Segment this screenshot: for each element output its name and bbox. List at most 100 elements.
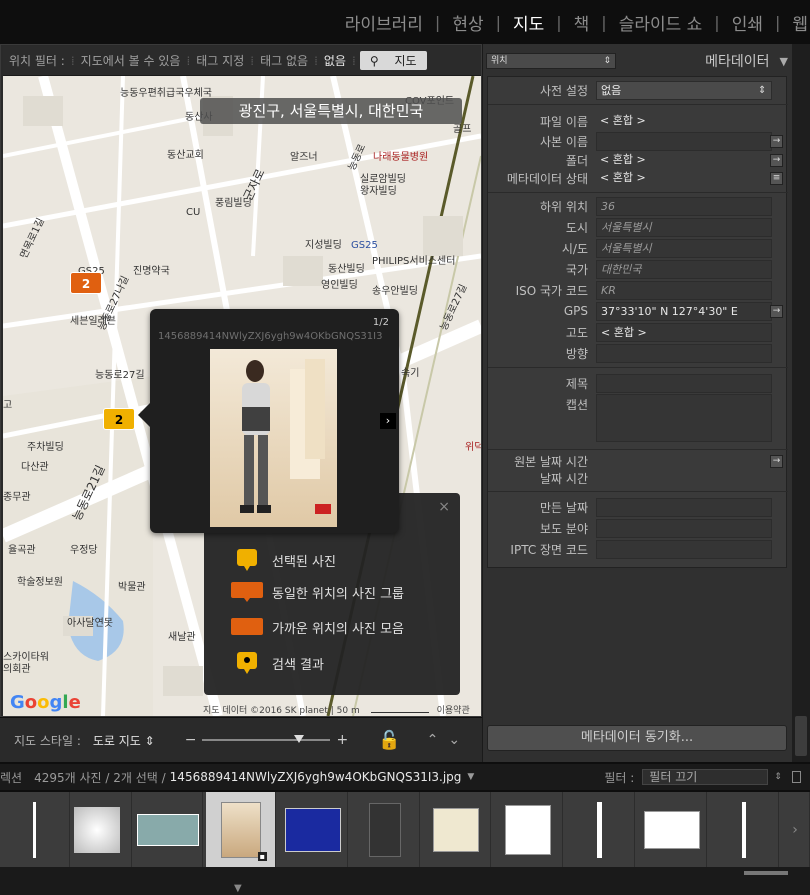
module-map[interactable]: 지도 xyxy=(511,10,546,35)
country-field[interactable]: 대한민국 xyxy=(596,259,772,279)
collapse-triangle-icon[interactable]: ▼ xyxy=(780,55,788,68)
resize-handle[interactable] xyxy=(744,871,788,875)
caption-field[interactable] xyxy=(596,394,772,442)
filter-visible-on-map[interactable]: 지도에서 볼 수 있음 xyxy=(75,52,187,69)
selected-photo-marker[interactable]: 2 xyxy=(103,408,135,430)
filter-select[interactable]: 필터 끄기 xyxy=(642,769,769,785)
city-field[interactable]: 서울특별시 xyxy=(596,217,772,237)
zoom-slider[interactable] xyxy=(202,735,331,743)
row-created-date: 만든 날짜 xyxy=(488,497,788,517)
row-altitude: 고도 < 혼합 > xyxy=(488,322,788,342)
state-field[interactable]: 서울특별시 xyxy=(596,238,772,258)
yellow-marker-icon xyxy=(230,548,264,572)
altitude-field[interactable]: < 혼합 > xyxy=(596,322,772,342)
module-library[interactable]: 라이브러리 xyxy=(343,10,425,35)
filter-untagged[interactable]: 태그 없음 xyxy=(254,52,314,69)
copy-name-field[interactable] xyxy=(596,131,772,151)
row-filename: 파일 이름 < 혼합 > xyxy=(488,111,788,131)
filter-none[interactable]: 없음 xyxy=(318,52,352,69)
map-label: 아사달연못 xyxy=(67,618,113,629)
right-scrollbar[interactable] xyxy=(792,44,810,762)
filmstrip-thumbnail[interactable] xyxy=(421,792,491,867)
map-label: 의회관 xyxy=(3,664,31,675)
close-icon[interactable]: × xyxy=(438,499,450,515)
map-label: 고 xyxy=(3,400,13,411)
filmstrip-thumbnail[interactable] xyxy=(0,792,70,867)
filmstrip-thumbnail[interactable] xyxy=(709,792,779,867)
filmstrip-thumbnail[interactable] xyxy=(493,792,563,867)
arrow-button[interactable]: → xyxy=(770,134,783,148)
arrow-button[interactable]: → xyxy=(770,153,783,167)
filmstrip-thumbnail-selected[interactable]: ▪ xyxy=(206,792,276,867)
filmstrip-thumbnail[interactable] xyxy=(350,792,420,867)
collection-label[interactable]: 렉션 xyxy=(0,769,22,786)
row-iso-code: ISO 국가 코드 KR xyxy=(488,280,788,300)
google-logo: Google xyxy=(10,692,81,713)
sync-metadata-button[interactable]: 메타데이터 동기화... xyxy=(487,725,787,751)
preset-select[interactable]: 없음 xyxy=(596,80,772,100)
filmstrip-thumbnail[interactable] xyxy=(62,792,132,867)
current-filename[interactable]: 1456889414NWlyZXJ6ygh9w4OKbGNQS31I3.jpg xyxy=(170,770,462,784)
map-style-bar: 지도 스타일 : 도로 지도 ⇕ − + 🔓 ⌃ ⌄ xyxy=(0,718,482,762)
chevron-icon[interactable]: ⇕ xyxy=(774,772,782,782)
filter-tagged[interactable]: 태그 지정 xyxy=(190,52,250,69)
lock-icon[interactable]: 🔓 xyxy=(378,730,400,751)
module-develop[interactable]: 현상 xyxy=(450,10,485,35)
module-bar: 라이브러리 | 현상 | 지도 | 책 | 슬라이드 쇼 | 인쇄 | 웹 xyxy=(0,0,810,44)
filmstrip-thumbnail[interactable] xyxy=(278,792,348,867)
location-title: 광진구, 서울특별시, 대한민국 xyxy=(200,98,462,124)
map-label: 지성빌딩 xyxy=(305,240,342,251)
module-slideshow[interactable]: 슬라이드 쇼 xyxy=(617,10,705,35)
filmstrip-thumbnail[interactable] xyxy=(133,792,203,867)
photo-count: 4295개 사진 / 2개 선택 / xyxy=(34,770,166,785)
map-label: 다산관 xyxy=(21,462,49,473)
map-label: 동산교회 xyxy=(167,150,204,161)
map-label: 주차빌딩 xyxy=(27,442,64,453)
list-icon[interactable]: ≡ xyxy=(770,171,783,185)
map-label: 진명약국 xyxy=(133,266,170,277)
previous-arrow-icon[interactable]: ⌃ xyxy=(427,732,439,748)
filmstrip-thumbnail[interactable] xyxy=(565,792,635,867)
row-metadata-status: 메타데이터 상태 < 혼합 > ≡ xyxy=(488,168,788,188)
metadata-fields: 사전 설정 없음 ⇕ 파일 이름 < 혼합 > 사본 이름 → 폴더 < 혼합 > → 메타… xyxy=(487,76,788,568)
map-search-input[interactable]: ⚲ 지도 xyxy=(359,51,427,70)
module-web[interactable]: 웹 xyxy=(790,10,810,35)
search-result-marker-icon xyxy=(230,651,264,675)
iso-code-field[interactable]: KR xyxy=(596,280,772,300)
gps-field[interactable]: 37°33'10" N 127°4'30" E xyxy=(596,301,772,321)
next-photo-button[interactable]: › xyxy=(380,413,396,429)
photo-group-marker[interactable]: 2 xyxy=(70,272,102,294)
filter-label: 필터 : xyxy=(604,770,635,785)
zoom-slider-handle[interactable] xyxy=(294,735,305,743)
chevron-right-icon[interactable]: › xyxy=(792,822,798,838)
popup-thumbnail[interactable] xyxy=(210,349,337,527)
row-preset: 사전 설정 없음 ⇕ xyxy=(488,80,788,100)
sublocation-field[interactable]: 36 xyxy=(596,196,772,216)
metadata-preset-dropdown[interactable]: 위치 ⇕ xyxy=(486,53,616,69)
module-print[interactable]: 인쇄 xyxy=(730,10,765,35)
metadata-header: 위치 ⇕ 메타데이터 ▼ xyxy=(486,50,788,72)
arrow-button[interactable]: → xyxy=(770,454,783,468)
module-book[interactable]: 책 xyxy=(572,10,592,35)
zoom-out-button[interactable]: − xyxy=(185,732,197,748)
created-date-field[interactable] xyxy=(596,497,772,517)
filter-lock-icon[interactable] xyxy=(791,771,801,783)
filmstrip-thumbnail[interactable] xyxy=(637,792,707,867)
terms-link[interactable]: 이용약관 xyxy=(437,706,470,716)
next-arrow-icon[interactable]: ⌄ xyxy=(448,732,460,748)
search-icon: ⚲ xyxy=(369,54,379,68)
iptc-scene-field[interactable] xyxy=(596,539,772,559)
row-iptc-scene: IPTC 장면 코드 xyxy=(488,539,788,559)
filmstrip-scroll-right[interactable]: › xyxy=(781,792,810,867)
direction-field[interactable] xyxy=(596,343,772,363)
chevron-down-icon[interactable]: ▼ xyxy=(467,772,474,782)
panel-toggle-icon[interactable]: ▼ xyxy=(234,883,242,894)
genre-field[interactable] xyxy=(596,518,772,538)
filename-field[interactable]: < 혼합 > xyxy=(596,112,772,131)
title-field[interactable] xyxy=(596,373,772,393)
row-state: 시/도 서울특별시 xyxy=(488,238,788,258)
scrollbar-thumb[interactable] xyxy=(795,716,807,756)
arrow-button[interactable]: → xyxy=(770,304,783,318)
map-style-select[interactable]: 도로 지도 ⇕ xyxy=(93,732,155,749)
zoom-in-button[interactable]: + xyxy=(336,732,348,748)
